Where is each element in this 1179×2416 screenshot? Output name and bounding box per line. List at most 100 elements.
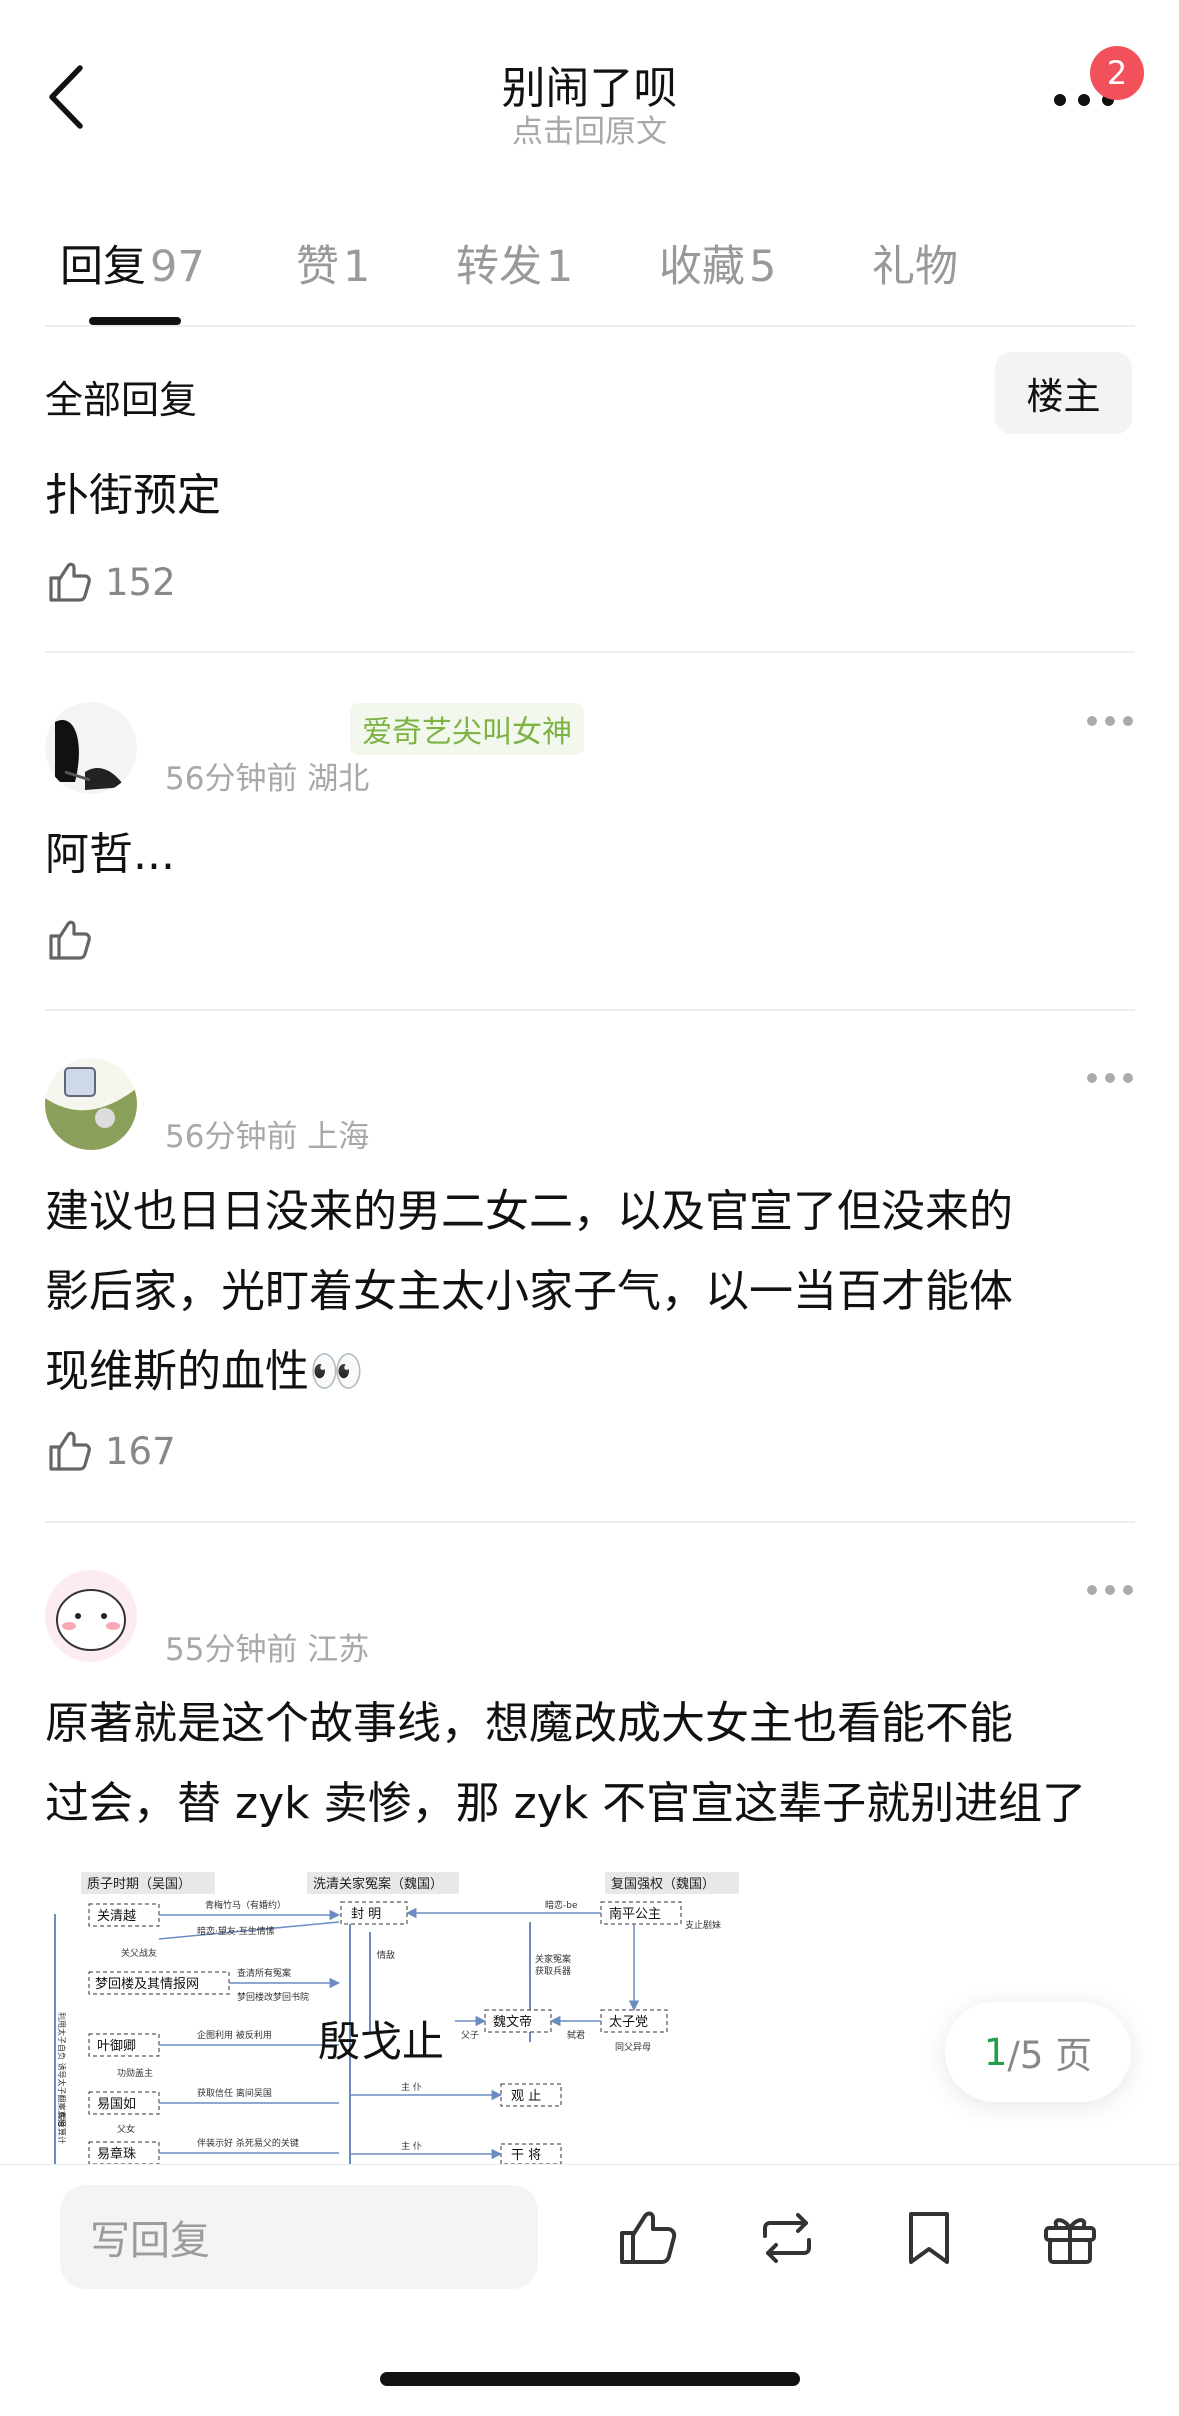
- more-options-icon[interactable]: [1085, 1583, 1135, 1597]
- diagram-node: 梦回楼及其情报网: [88, 1971, 230, 1995]
- tab-count: 1: [343, 242, 371, 292]
- repost-icon[interactable]: [755, 2206, 819, 2270]
- edge-label: 父女: [117, 2123, 135, 2135]
- more-options-icon[interactable]: [1085, 714, 1135, 728]
- text-line: 过会，替 zyk 卖惨，那 zyk 不官宣这辈子就别进组了: [45, 1778, 1087, 1829]
- text-line: 建议也日日没来的男二女二，以及官宣了但没来的: [45, 1186, 1013, 1237]
- thumbs-up-icon[interactable]: [614, 2206, 678, 2270]
- avatar[interactable]: [45, 1570, 137, 1662]
- edge-label: 暗恋-be: [545, 1899, 578, 1911]
- current-page: 1: [983, 2030, 1008, 2074]
- tab-gifts[interactable]: 礼物: [872, 232, 958, 294]
- diagram-node: 关清越: [88, 1903, 160, 1927]
- node-label: 叶御卿: [97, 2039, 136, 2054]
- diagram-node: 南平公主: [600, 1901, 682, 1925]
- edge-label: 获取信任 离间吴国: [197, 2087, 272, 2099]
- avatar[interactable]: [45, 1058, 137, 1150]
- diagram-node: 魏文帝: [484, 2009, 552, 2033]
- node-label: 易国如: [97, 2096, 136, 2112]
- node-label: 魏文帝: [493, 2014, 532, 2030]
- post-text: 扑街预定: [45, 470, 221, 521]
- node-label: 干 将: [511, 2148, 541, 2163]
- edge-label: 查清所有冤案: [237, 1967, 291, 1979]
- thumbs-up-icon: [49, 562, 91, 602]
- tab-count: 1: [546, 242, 574, 292]
- diagram-center-label: 殷戈止: [318, 2017, 445, 2066]
- more-options-icon[interactable]: [1085, 1071, 1135, 1085]
- text-line: 现维斯的血性👀: [45, 1346, 364, 1397]
- tab-count: 97: [150, 242, 205, 292]
- tab-replies[interactable]: 回复97: [60, 232, 205, 294]
- comment-meta: 56分钟前 上海: [165, 1119, 370, 1155]
- edge-label: 暗恋·望友·互生情愫: [197, 1925, 275, 1937]
- edge-label: 青梅竹马（有婚约）: [205, 1899, 286, 1911]
- section-header: 质子时期（吴国）: [81, 1872, 215, 1894]
- tab-likes[interactable]: 赞1: [296, 232, 370, 294]
- edge-label: 伴装示好 杀死易父的关键: [197, 2137, 299, 2149]
- text-line: 影后家，光盯着女主太小家子气，以一当百才能体: [45, 1266, 1013, 1317]
- comment-text: 阿哲...: [45, 829, 175, 880]
- edge-label: 关家冤案: [535, 1953, 571, 1965]
- edge-label: 功勋盖主: [117, 2067, 153, 2079]
- edge-label: 关父战友: [121, 1947, 157, 1959]
- diagram-node: 太子党: [600, 2009, 668, 2033]
- comment-like-button[interactable]: 167: [45, 1421, 176, 1481]
- diagram-node: 封 明: [340, 1901, 408, 1925]
- reply-input[interactable]: 写回复: [60, 2185, 538, 2289]
- tab-label: 赞: [296, 242, 339, 292]
- edge-label: 获取兵器: [535, 1965, 571, 1977]
- tab-label: 礼物: [872, 242, 958, 292]
- diagram-node: 易国如: [88, 2091, 160, 2115]
- edge-label: 企图利用 被反利用: [197, 2029, 272, 2041]
- comment-meta: 55分钟前 江苏: [165, 1632, 370, 1668]
- section-header-text: 复国强权（魏国）: [611, 1876, 715, 1892]
- section-header: 洗清关家冤案（魏国）: [307, 1872, 459, 1894]
- node-label: 封 明: [351, 1907, 381, 1922]
- node-label: 关清越: [97, 1909, 136, 1924]
- section-header-text: 质子时期（吴国）: [87, 1877, 191, 1892]
- edge-label: 弑君: [567, 2030, 585, 2041]
- back-to-original-link[interactable]: 点击回原文: [0, 106, 1179, 151]
- tab-count: 5: [749, 242, 777, 292]
- thumbs-up-icon: [49, 920, 91, 960]
- tab-label: 回复: [60, 242, 146, 292]
- node-label: 观 止: [511, 2089, 541, 2104]
- avatar[interactable]: [45, 702, 137, 794]
- node-label: 梦回楼及其情报网: [95, 1977, 199, 1992]
- tab-label: 收藏: [659, 242, 745, 292]
- diagram-node: 易章珠: [88, 2141, 160, 2164]
- diagram-node: 干 将: [500, 2143, 562, 2164]
- page-indicator[interactable]: 1/5 页: [945, 2002, 1131, 2102]
- edge-label: 利用太子自负 诱导太子翻案真相: [57, 2012, 67, 2127]
- divider: [45, 651, 1135, 653]
- notification-badge: 2: [1090, 46, 1144, 100]
- gift-icon[interactable]: [1038, 2206, 1102, 2270]
- diagram-node: 叶御卿: [88, 2033, 160, 2057]
- owner-only-button[interactable]: 楼主: [995, 352, 1132, 434]
- edge-label: 支止剧妹: [685, 1919, 721, 1931]
- edge-label: 假意算计: [57, 2112, 67, 2144]
- edge-label: 同父异母: [615, 2042, 651, 2053]
- active-tab-indicator: [89, 317, 181, 325]
- divider: [45, 1009, 1135, 1011]
- total-pages: /5 页: [1007, 2034, 1093, 2077]
- tab-label: 转发: [456, 242, 542, 292]
- bookmark-icon[interactable]: [897, 2206, 961, 2270]
- thumbs-up-icon: [49, 1431, 91, 1471]
- edge-label: 主 仆: [401, 2140, 422, 2152]
- all-replies-label: 全部回复: [45, 378, 198, 422]
- user-badge: 爱奇艺尖叫女神: [350, 703, 584, 755]
- edge-label: 情敌: [377, 1949, 395, 1961]
- post-like-button[interactable]: 152: [45, 552, 176, 612]
- comment-text: 原著就是这个故事线，想魔改成大女主也看能不能 过会，替 zyk 卖惨，那 zyk…: [45, 1684, 1145, 1844]
- comment-text: 建议也日日没来的男二女二，以及官宣了但没来的 影后家，光盯着女主太小家子气，以一…: [45, 1172, 1145, 1412]
- home-indicator: [380, 2372, 800, 2386]
- section-header-text: 洗清关家冤案（魏国）: [313, 1876, 443, 1892]
- edge-label: 梦回楼改梦回书院: [237, 1991, 309, 2003]
- tab-reposts[interactable]: 转发1: [456, 232, 573, 294]
- comment-like-button[interactable]: [45, 910, 105, 970]
- edge-label: 主 仆: [401, 2081, 422, 2093]
- tab-favorites[interactable]: 收藏5: [659, 232, 776, 294]
- node-label: 易章珠: [97, 2146, 136, 2162]
- section-header: 复国强权（魏国）: [605, 1872, 739, 1894]
